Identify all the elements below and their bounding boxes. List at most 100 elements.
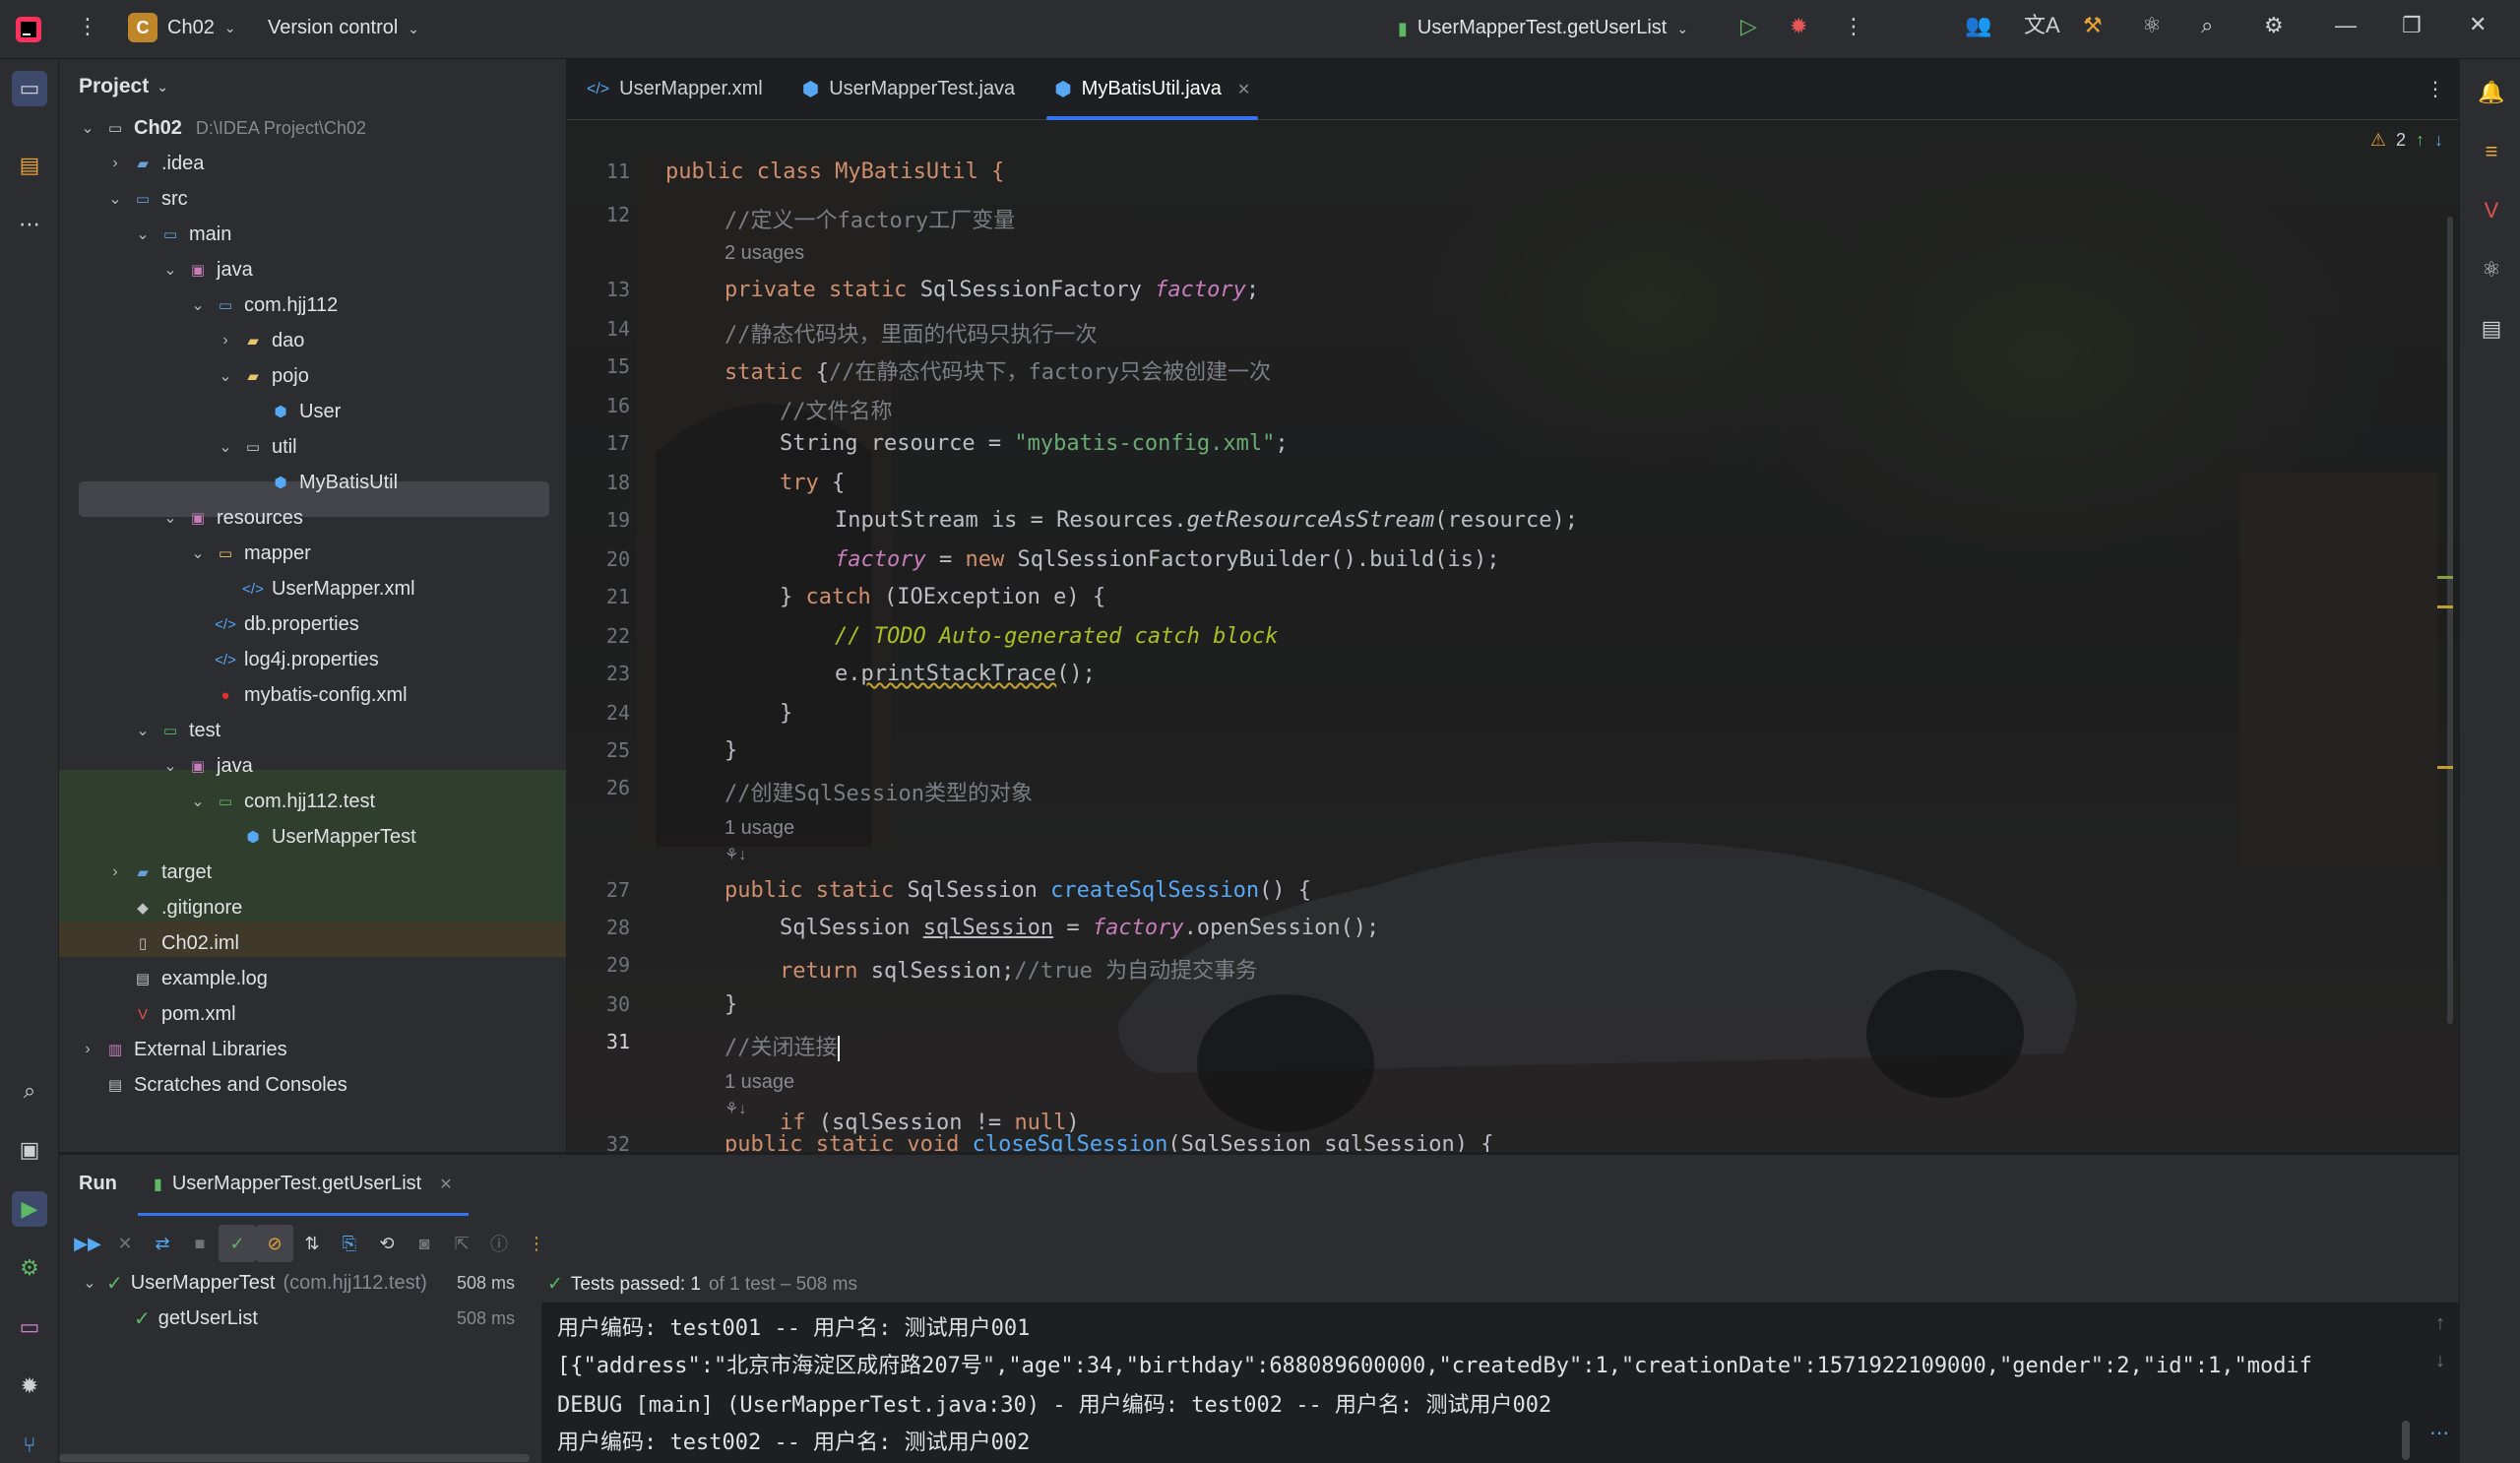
project-tool-icon[interactable]: ▭: [12, 71, 47, 106]
code-line-30[interactable]: }: [724, 992, 737, 1017]
line-number[interactable]: 24: [606, 701, 630, 725]
line-number[interactable]: 26: [606, 776, 630, 799]
more-options-icon[interactable]: ⋮: [518, 1225, 555, 1262]
line-number[interactable]: 27: [606, 878, 630, 902]
maven-icon[interactable]: V: [2474, 193, 2509, 228]
settings-icon[interactable]: ⚙: [2264, 15, 2284, 36]
project-tree-item[interactable]: ⌄ ▭ main: [134, 217, 231, 252]
more-tools-icon[interactable]: ⋯: [12, 207, 47, 242]
project-tree-item[interactable]: ⬢ MyBatisUtil: [244, 465, 398, 500]
editor-scrollbar[interactable]: [2447, 217, 2453, 1024]
close-tab-icon[interactable]: ✕: [439, 1175, 452, 1194]
project-tree-item[interactable]: › ▰ dao: [217, 323, 304, 358]
project-tree-item[interactable]: › ▥ External Libraries: [79, 1032, 286, 1067]
ai-assistant-icon[interactable]: ⚛: [2142, 15, 2162, 36]
code-line-33[interactable]: if (sqlSession != null): [780, 1111, 1080, 1150]
code-line-17[interactable]: String resource = "mybatis-config.xml";: [780, 431, 1289, 456]
debug-icon[interactable]: ✹: [1790, 16, 1807, 37]
chevron-down-icon[interactable]: ⌄: [161, 508, 179, 528]
stop-icon[interactable]: ■: [181, 1225, 219, 1262]
code-line-31[interactable]: //关闭连接: [724, 1030, 840, 1061]
project-tree-item[interactable]: </> db.properties: [189, 606, 359, 642]
chevron-down-icon[interactable]: ⌄: [217, 366, 234, 386]
project-tree-item[interactable]: ⌄ ▭ util: [217, 429, 296, 465]
translate-icon[interactable]: 文A: [2024, 15, 2060, 36]
project-tree-item[interactable]: </> log4j.properties: [189, 642, 379, 677]
chevron-down-icon[interactable]: ⌄: [134, 224, 152, 244]
chevron-down-icon[interactable]: ⌄: [189, 543, 207, 563]
code-line-19[interactable]: InputStream is = Resources.getResourceAs…: [835, 508, 1578, 533]
test-row[interactable]: ✓ getUserList: [134, 1301, 258, 1336]
tab-usermapper-xml[interactable]: </> UserMapper.xml: [567, 59, 783, 120]
code-line-23[interactable]: e.printStackTrace();: [835, 662, 1096, 686]
show-passed-icon[interactable]: ✓: [219, 1225, 256, 1262]
project-tree-item[interactable]: ▯ Ch02.iml: [106, 925, 239, 961]
close-window-icon[interactable]: ✕: [2469, 14, 2487, 35]
code-line-15[interactable]: static {//在静态代码块下，factory只会被创建一次: [724, 354, 1271, 386]
database-icon[interactable]: ≡: [2474, 134, 2509, 169]
info-icon[interactable]: ⓘ: [480, 1225, 518, 1262]
code-line-28[interactable]: SqlSession sqlSession = factory.openSess…: [780, 916, 1379, 940]
line-number[interactable]: 17: [606, 431, 630, 455]
run-tool-icon[interactable]: ▶: [12, 1191, 47, 1227]
arrow-up-icon[interactable]: ↑: [2416, 130, 2425, 151]
project-tree-item[interactable]: ▤ Scratches and Consoles: [79, 1067, 347, 1103]
tab-usermappertest-java[interactable]: ⬢ UserMapperTest.java: [783, 59, 1035, 120]
project-tree-item[interactable]: </> UserMapper.xml: [217, 571, 414, 606]
run-icon[interactable]: ▷: [1740, 16, 1757, 37]
rerun-failed-icon[interactable]: ✕: [106, 1225, 144, 1262]
chevron-down-icon[interactable]: ⌄: [134, 721, 152, 740]
close-tab-icon[interactable]: ✕: [1237, 80, 1250, 99]
project-tree-item[interactable]: ● mybatis-config.xml: [189, 677, 407, 713]
main-menu-icon[interactable]: ⋮: [77, 16, 98, 37]
app-logo-icon[interactable]: [14, 15, 43, 44]
code-with-me-icon[interactable]: 👥: [1965, 15, 1991, 36]
project-tree-item[interactable]: ⌄ ▰ pojo: [217, 358, 309, 394]
ai-generate-icon[interactable]: ⚘↓: [724, 845, 746, 864]
search-icon[interactable]: ⌕: [2201, 15, 2213, 36]
rerun-icon[interactable]: ▶▶: [69, 1225, 106, 1262]
find-tool-icon[interactable]: ⌕: [12, 1073, 47, 1109]
project-tree-item[interactable]: ◆ .gitignore: [106, 890, 242, 925]
project-tree-item[interactable]: ⌄ ▭ src: [106, 181, 187, 217]
line-number[interactable]: 20: [606, 547, 630, 571]
chevron-right-icon[interactable]: ›: [217, 332, 234, 350]
chevron-down-icon[interactable]: ⌄: [189, 295, 207, 315]
inspection-widget[interactable]: ⚠ 2 ↑ ↓: [2370, 130, 2443, 151]
sort-icon[interactable]: ⇅: [293, 1225, 331, 1262]
vcs-menu[interactable]: Version control ⌄: [268, 17, 419, 39]
project-tree-item[interactable]: ⌄ ▣ java: [161, 748, 252, 784]
usage-hint[interactable]: 1 usage: [724, 817, 794, 840]
export-icon[interactable]: ⇱: [443, 1225, 480, 1262]
chevron-down-icon[interactable]: ⌄: [106, 189, 124, 209]
run-config-selector[interactable]: ▮ UserMapperTest.getUserList ⌄: [1398, 17, 1688, 39]
line-number[interactable]: 22: [606, 624, 630, 648]
project-tree-item[interactable]: ⌄ ▣ resources: [161, 500, 303, 536]
code-line-22[interactable]: // TODO Auto-generated catch block: [835, 624, 1278, 649]
bookmarks-icon[interactable]: ▤: [2474, 311, 2509, 347]
tab-options-icon[interactable]: ⋮: [2426, 77, 2445, 101]
scroll-down-icon[interactable]: ↓: [2435, 1350, 2445, 1372]
chevron-down-icon[interactable]: ⌄: [161, 756, 179, 776]
line-number[interactable]: 18: [606, 471, 630, 494]
show-ignored-icon[interactable]: ⊘: [256, 1225, 293, 1262]
project-tree-item[interactable]: ⌄ ▭ mapper: [189, 536, 311, 571]
chevron-right-icon[interactable]: ›: [106, 155, 124, 172]
project-tree-item[interactable]: › ▰ target: [106, 855, 212, 890]
tab-mybatisutil-java[interactable]: ⬢ MyBatisUtil.java ✕: [1035, 59, 1270, 120]
line-number[interactable]: 13: [606, 278, 630, 301]
terminal-tool-icon[interactable]: ▭: [12, 1309, 47, 1345]
line-number[interactable]: 30: [606, 992, 630, 1016]
line-number[interactable]: 29: [606, 953, 630, 977]
line-number[interactable]: 16: [606, 394, 630, 417]
ai-chat-icon[interactable]: ⚛: [2474, 252, 2509, 287]
git-tool-icon[interactable]: ⑂: [12, 1428, 47, 1463]
chevron-down-icon[interactable]: ⌄: [217, 437, 234, 457]
chevron-down-icon[interactable]: ⌄: [161, 260, 179, 280]
code-line-27[interactable]: public static SqlSession createSqlSessio…: [724, 878, 1311, 903]
project-tree-item[interactable]: ⬢ UserMapperTest: [217, 819, 415, 855]
code-line-12[interactable]: //定义一个factory工厂变量: [724, 203, 1015, 234]
code-line-13[interactable]: private static SqlSessionFactory factory…: [724, 278, 1259, 302]
code-line-24[interactable]: }: [780, 701, 792, 726]
project-tree-item[interactable]: › ▰ .idea: [106, 146, 204, 181]
